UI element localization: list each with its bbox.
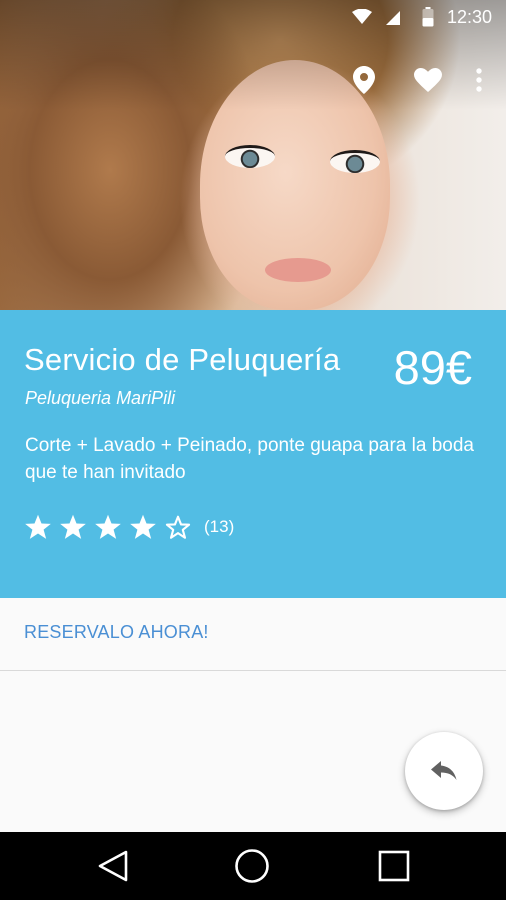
recents-icon	[378, 850, 410, 882]
service-title: Servicio de Peluquería	[24, 342, 341, 377]
star-filled-icon	[130, 514, 156, 539]
home-icon	[235, 849, 269, 883]
more-vert-icon	[476, 68, 482, 92]
nav-home-button[interactable]	[234, 848, 270, 884]
reserve-row: RESERVALO AHORA!	[0, 598, 506, 671]
location-pin-icon	[353, 66, 375, 94]
favorite-button[interactable]	[410, 62, 446, 98]
star-filled-icon	[60, 514, 86, 539]
rating-count: (13)	[204, 517, 235, 536]
star-filled-icon	[25, 514, 51, 539]
star-filled-icon	[95, 514, 121, 539]
rating: (13)	[24, 513, 234, 541]
back-icon	[98, 850, 128, 882]
nav-back-button[interactable]	[95, 848, 131, 884]
star-outline-icon	[165, 515, 191, 539]
status-time: 12:30	[446, 7, 492, 27]
service-price: 89€	[393, 341, 472, 394]
service-info-card: Servicio de Peluquería 89€ Peluqueria Ma…	[0, 310, 506, 598]
reserve-now-button[interactable]: RESERVALO AHORA!	[24, 622, 209, 643]
share-fab[interactable]	[405, 732, 483, 810]
service-provider: Peluqueria MariPili	[25, 388, 176, 408]
heart-icon	[414, 68, 442, 92]
reply-share-icon	[431, 761, 457, 780]
hero-image	[0, 0, 506, 310]
nav-recents-button[interactable]	[376, 848, 412, 884]
cell-signal-icon	[386, 11, 400, 25]
wifi-icon	[352, 9, 372, 24]
service-description: Corte + Lavado + Peinado, ponte guapa pa…	[25, 435, 474, 483]
portrait-eye-left	[225, 145, 275, 168]
portrait-eye-right	[330, 150, 380, 173]
portrait-lips	[265, 258, 331, 282]
location-button[interactable]	[346, 62, 382, 98]
system-nav-bar	[0, 832, 506, 900]
more-options-button[interactable]	[472, 62, 486, 98]
status-bar: 12:30	[0, 0, 506, 34]
hero-action-bar	[346, 62, 486, 98]
battery-icon	[422, 7, 434, 27]
